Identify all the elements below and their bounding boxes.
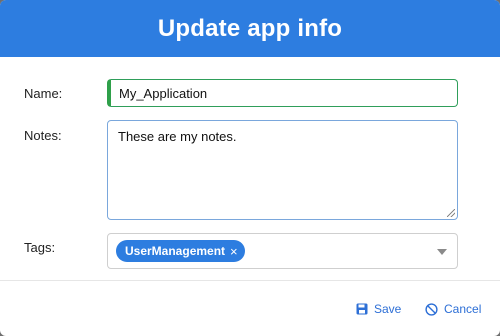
cancel-label: Cancel: [444, 302, 482, 316]
name-input[interactable]: [107, 79, 458, 107]
remove-tag-icon[interactable]: ×: [230, 244, 238, 259]
tag-chip-label: UserManagement: [125, 244, 226, 258]
notes-label: Notes:: [24, 128, 62, 143]
update-app-dialog: Update app info Name: Notes: These are m…: [0, 0, 500, 336]
resize-grip-icon[interactable]: [447, 209, 455, 217]
save-button[interactable]: Save: [356, 302, 401, 316]
dialog-footer: Save Cancel: [0, 280, 500, 336]
name-label: Name:: [24, 86, 63, 101]
tags-label: Tags:: [24, 240, 56, 255]
cancel-circle-icon: [425, 302, 438, 316]
tags-select[interactable]: UserManagement ×: [107, 233, 458, 269]
floppy-disk-icon: [356, 303, 368, 315]
cancel-button[interactable]: Cancel: [425, 302, 481, 316]
dialog-title: Update app info: [0, 0, 500, 57]
dropdown-caret-icon[interactable]: [437, 249, 447, 255]
save-label: Save: [374, 302, 402, 316]
tag-chip: UserManagement ×: [116, 240, 245, 262]
notes-textarea[interactable]: These are my notes.: [107, 120, 458, 220]
dialog-body: Name: Notes: These are my notes. Tags: U…: [0, 57, 500, 280]
